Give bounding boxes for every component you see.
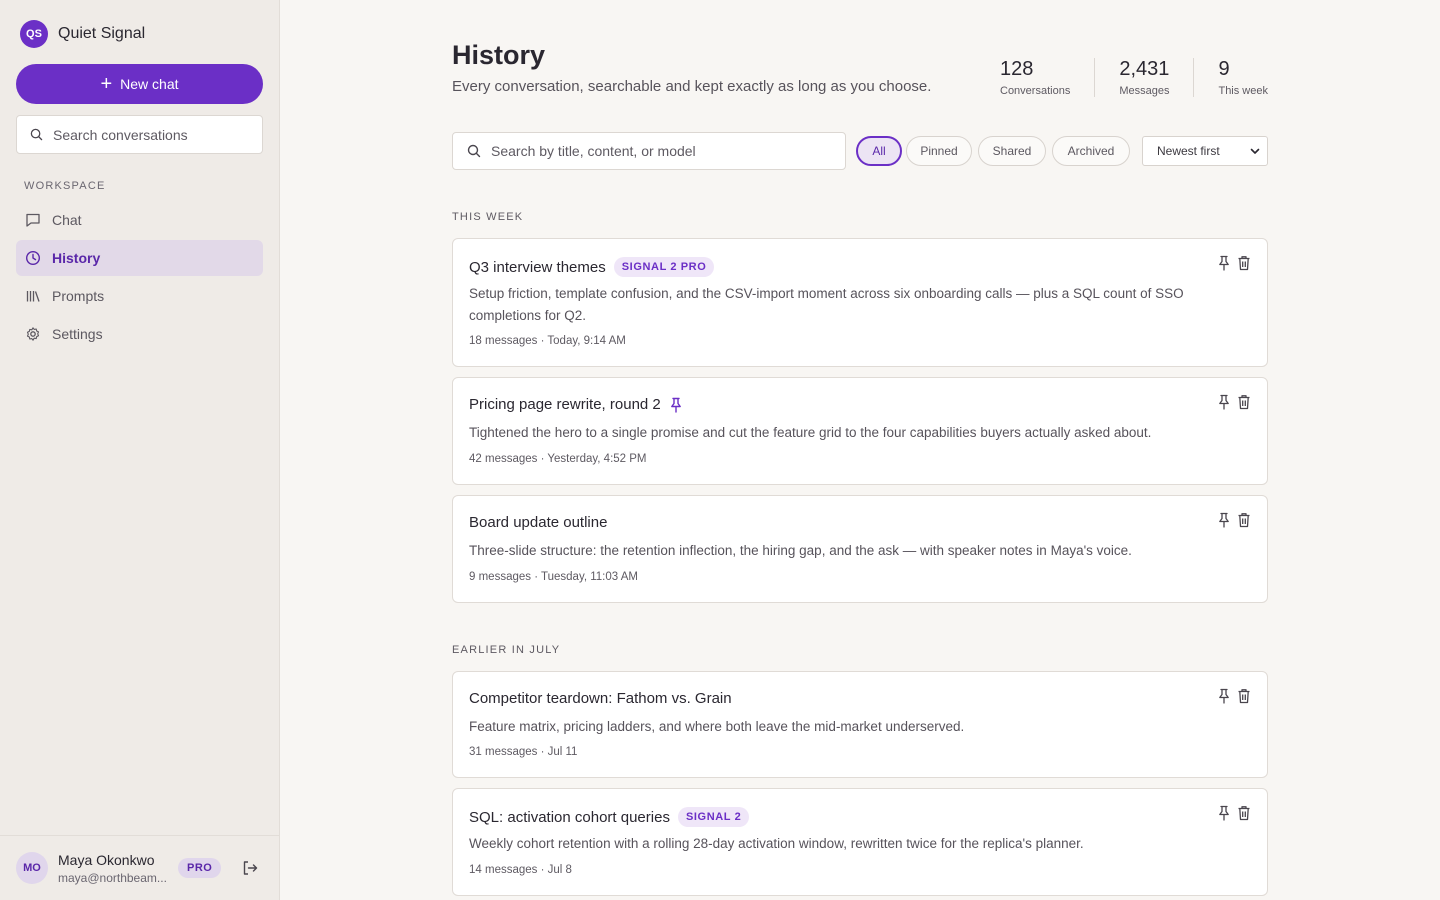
card-title-row: Board update outline: [469, 514, 607, 531]
sort-selected-value: Newest first: [1157, 144, 1220, 158]
pinned-indicator-icon: [670, 397, 681, 413]
sidebar-item-settings[interactable]: Settings: [16, 316, 263, 352]
conversation-meta: 31 messages · Jul 11: [469, 746, 578, 758]
conversation-title: Board update outline: [469, 514, 608, 531]
conversation-card[interactable]: Pricing page rewrite, round 2 Tightened …: [452, 377, 1268, 485]
conversation-meta: 9 messages · Tuesday, 11:03 AM: [469, 571, 638, 583]
stat-label: Messages: [1119, 85, 1170, 97]
stat-value: 9: [1218, 58, 1230, 80]
trash-icon[interactable]: [1237, 394, 1251, 410]
user-profile: MO Maya Okonkwo maya@northbeam... PRO: [0, 835, 280, 900]
card-title-row: Pricing page rewrite, round 2: [469, 396, 683, 413]
card-title-row: SQL: activation cohort queries SIGNAL 2: [469, 807, 750, 827]
card-actions: [1217, 394, 1251, 410]
stat-this-week: 9 This week: [1193, 58, 1268, 97]
search-icon: [30, 128, 43, 141]
section-label-this-week: THIS WEEK: [452, 211, 524, 223]
pin-icon[interactable]: [1217, 688, 1231, 704]
filter-bar: Search by title, content, or model All P…: [452, 132, 1268, 170]
model-tag: SIGNAL 2 PRO: [613, 257, 715, 277]
pin-icon[interactable]: [1217, 394, 1231, 410]
card-actions: [1217, 255, 1251, 271]
conversation-meta: 42 messages · Yesterday, 4:52 PM: [469, 453, 647, 465]
stat-value: 128: [1000, 58, 1034, 80]
user-info: Maya Okonkwo maya@northbeam...: [58, 852, 168, 885]
sidebar-search-input[interactable]: Search conversations: [16, 115, 263, 154]
card-actions: [1217, 688, 1251, 704]
pin-icon[interactable]: [1217, 512, 1231, 528]
stat-label: This week: [1218, 85, 1268, 97]
conversation-description: Setup friction, template confusion, and …: [469, 286, 1184, 323]
conversation-title: SQL: activation cohort queries: [469, 808, 670, 826]
logout-icon[interactable]: [241, 859, 259, 877]
page-subtitle: Every conversation, searchable and kept …: [452, 78, 932, 95]
plan-badge: PRO: [178, 858, 222, 878]
chat-bubble-icon: [26, 213, 40, 227]
user-name: Maya Okonkwo: [58, 851, 155, 868]
user-email: maya@northbeam...: [58, 870, 167, 885]
stat-value: 2,431: [1119, 58, 1170, 80]
avatar[interactable]: MO: [16, 852, 48, 884]
page-title: History: [452, 40, 546, 70]
conversation-description: Tightened the hero to a single promise a…: [469, 425, 1152, 440]
filter-chip-archived[interactable]: Archived: [1052, 136, 1130, 166]
filter-chip-all[interactable]: All: [856, 136, 902, 166]
conversation-card[interactable]: SQL: activation cohort queries SIGNAL 2 …: [452, 788, 1268, 896]
new-chat-button[interactable]: + New chat: [16, 64, 263, 104]
conversation-meta: 14 messages · Jul 8: [469, 864, 572, 876]
sidebar-item-label: Settings: [52, 326, 103, 342]
sidebar-item-chat[interactable]: Chat: [16, 202, 263, 238]
history-search-input[interactable]: Search by title, content, or model: [452, 132, 846, 170]
conversation-description: Feature matrix, pricing ladders, and whe…: [469, 719, 965, 734]
conversation-meta: 18 messages · Today, 9:14 AM: [469, 335, 626, 347]
clock-icon: [25, 250, 41, 266]
stats-summary: 128 Conversations 2,431 Messages 9 This …: [1000, 58, 1268, 97]
gear-icon: [26, 327, 40, 341]
stat-messages: 2,431 Messages: [1094, 58, 1193, 97]
card-actions: [1217, 805, 1251, 821]
sidebar-item-label: Prompts: [52, 288, 105, 304]
new-chat-label: New chat: [120, 76, 179, 92]
sidebar-section-label: WORKSPACE: [24, 180, 106, 192]
stat-conversations: 128 Conversations: [1000, 58, 1094, 97]
trash-icon[interactable]: [1237, 805, 1251, 821]
card-title-row: Q3 interview themes SIGNAL 2 PRO: [469, 257, 715, 277]
filter-chip-shared[interactable]: Shared: [978, 136, 1046, 166]
history-search-placeholder: Search by title, content, or model: [491, 143, 696, 159]
conversation-card[interactable]: Q3 interview themes SIGNAL 2 PRO Setup f…: [452, 238, 1268, 367]
conversation-title: Competitor teardown: Fathom vs. Grain: [469, 690, 732, 707]
chevron-down-icon: [1250, 148, 1260, 154]
conversation-card[interactable]: Board update outline Three-slide structu…: [452, 495, 1268, 603]
sidebar-item-label: Chat: [52, 212, 82, 228]
sidebar-item-prompts[interactable]: Prompts: [16, 278, 263, 314]
sidebar-item-history[interactable]: History: [16, 240, 263, 276]
sidebar-nav: Chat History Prompts Settings: [16, 202, 263, 354]
brand-name: Quiet Signal: [58, 25, 146, 42]
sort-select[interactable]: Newest first: [1142, 136, 1268, 166]
conversation-title: Q3 interview themes: [469, 258, 606, 276]
brand[interactable]: QS Quiet Signal: [20, 20, 145, 48]
conversation-description: Three-slide structure: the retention inf…: [469, 543, 1132, 558]
search-icon: [467, 144, 481, 158]
card-title-row: Competitor teardown: Fathom vs. Grain: [469, 690, 732, 707]
model-tag: SIGNAL 2: [677, 807, 750, 827]
stat-label: Conversations: [1000, 85, 1071, 97]
sidebar-item-label: History: [52, 250, 101, 266]
pin-icon[interactable]: [1217, 255, 1231, 271]
conversation-card[interactable]: Competitor teardown: Fathom vs. Grain Fe…: [452, 671, 1268, 778]
pin-icon[interactable]: [1217, 805, 1231, 821]
conversation-description: Weekly cohort retention with a rolling 2…: [469, 836, 1084, 851]
plus-icon: +: [100, 73, 113, 95]
section-label-earlier-in-july: EARLIER IN JULY: [452, 644, 561, 656]
brand-logo: QS: [20, 20, 48, 48]
card-actions: [1217, 512, 1251, 528]
sidebar: QS Quiet Signal + New chat Search conver…: [0, 0, 280, 900]
trash-icon[interactable]: [1237, 512, 1251, 528]
trash-icon[interactable]: [1237, 688, 1251, 704]
sidebar-search-placeholder: Search conversations: [53, 126, 188, 143]
library-icon: [26, 291, 40, 302]
conversation-title: Pricing page rewrite, round 2: [469, 396, 661, 413]
filter-chip-pinned[interactable]: Pinned: [906, 136, 972, 166]
trash-icon[interactable]: [1237, 255, 1251, 271]
